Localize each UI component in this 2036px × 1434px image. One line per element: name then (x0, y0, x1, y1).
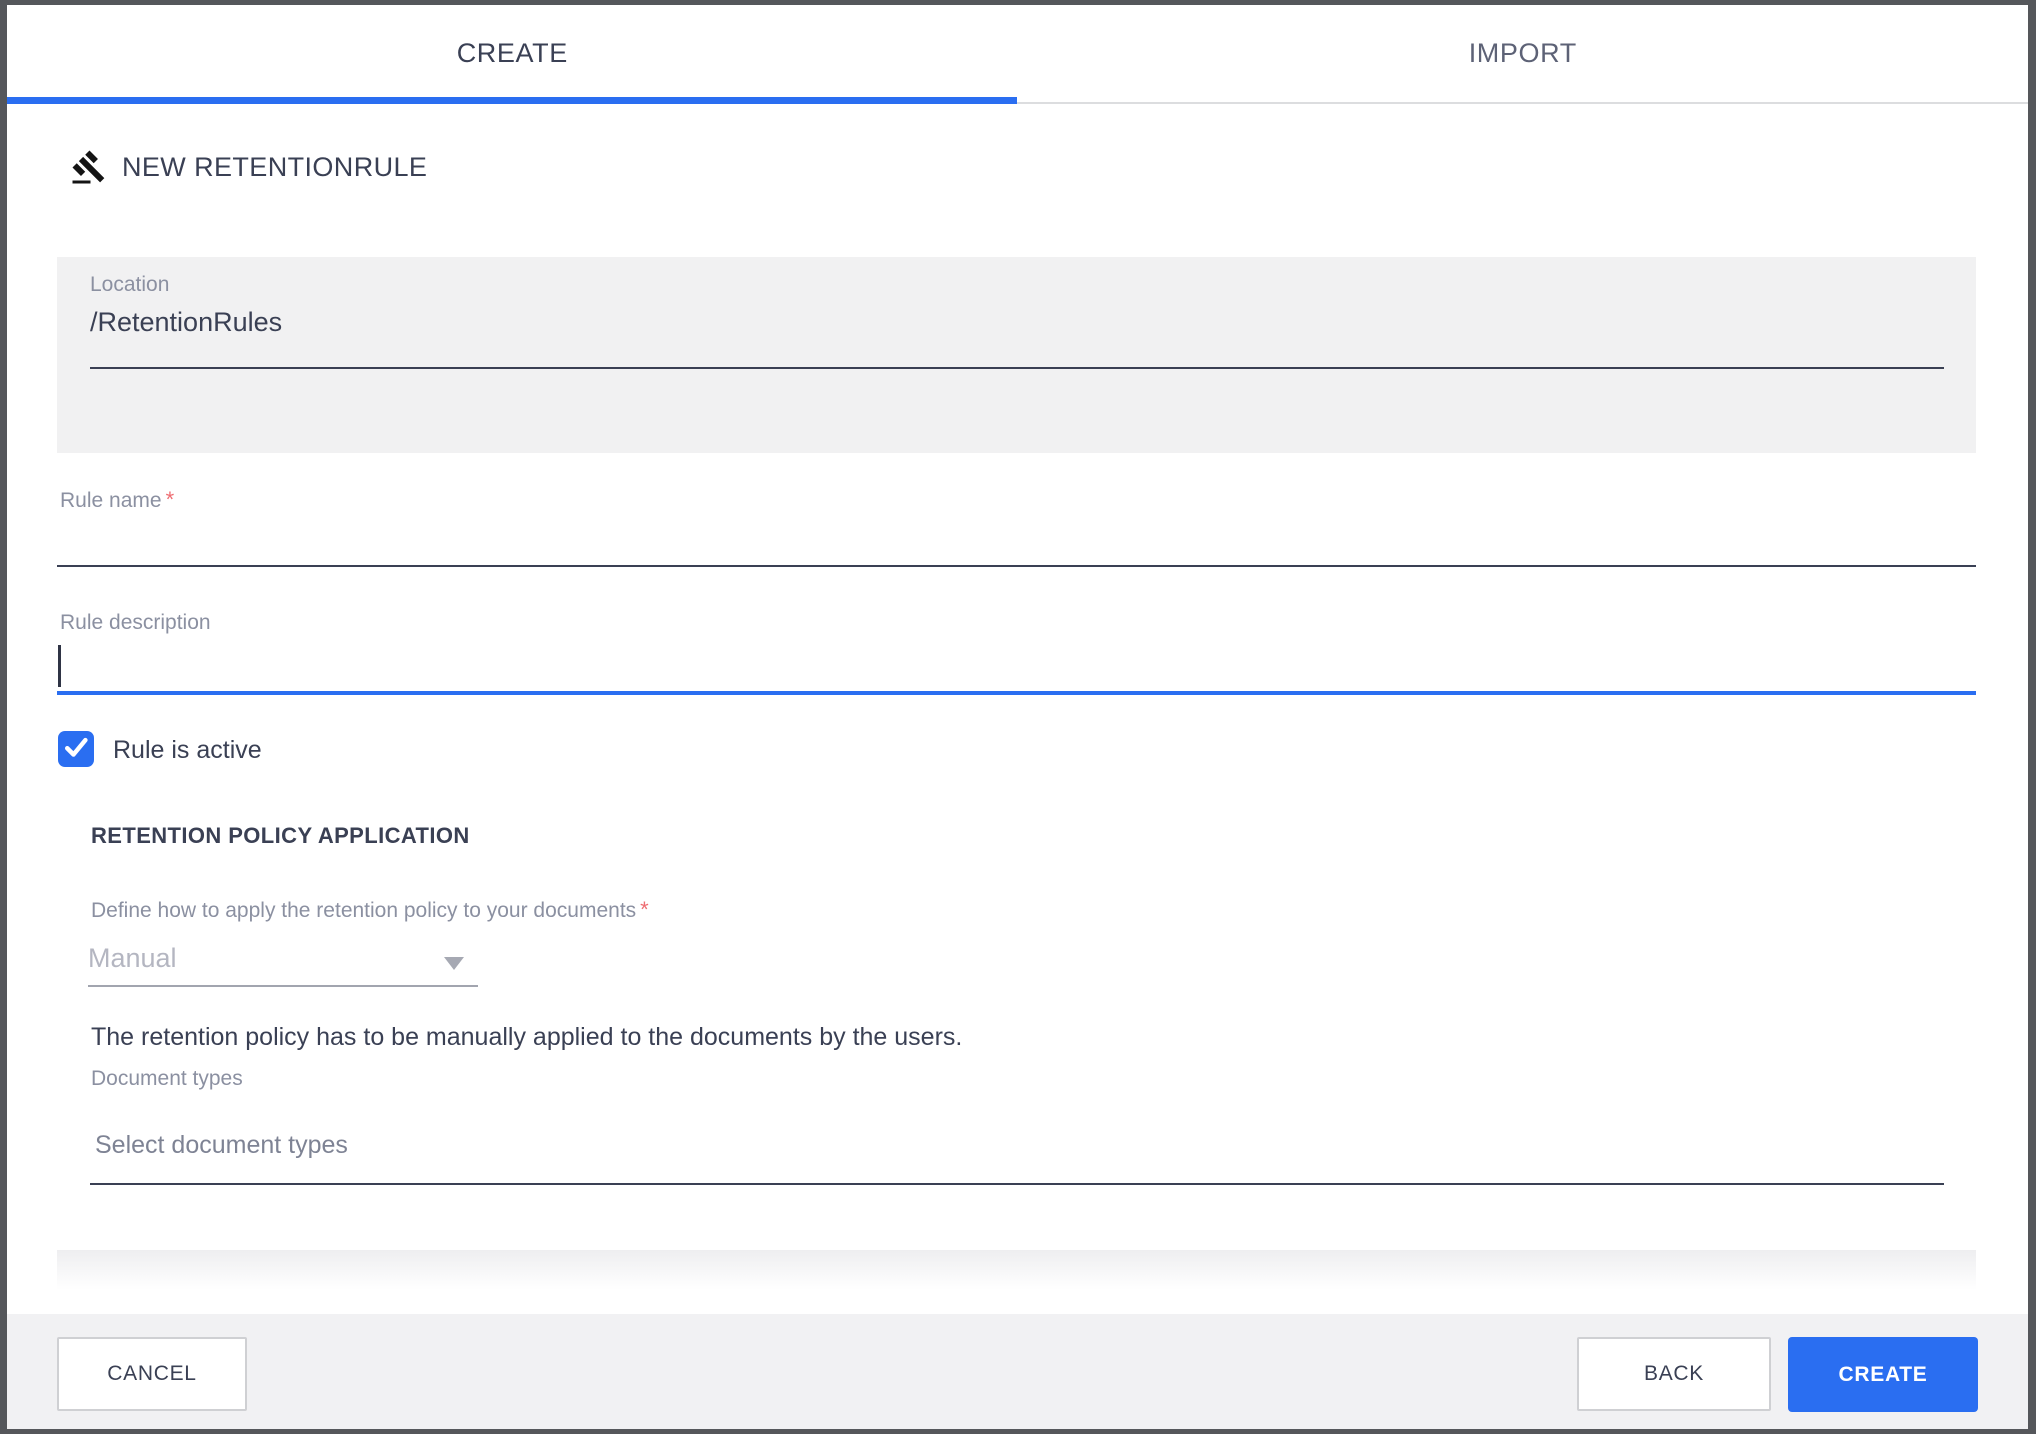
cancel-button-label: CANCEL (107, 1362, 197, 1385)
back-button[interactable]: BACK (1577, 1337, 1771, 1411)
back-button-label: BACK (1644, 1362, 1704, 1385)
rule-description-label: Rule description (60, 611, 211, 634)
tab-import-label: IMPORT (1468, 38, 1577, 68)
rule-name-required-marker: * (165, 487, 175, 512)
tab-bar: CREATE IMPORT (7, 5, 2028, 104)
document-types-label: Document types (91, 1067, 243, 1090)
document-types-input[interactable] (90, 1183, 1944, 1185)
document-types-placeholder: Select document types (95, 1131, 348, 1159)
rule-name-label: Rule name * (60, 487, 174, 513)
location-field-underline (90, 367, 1944, 369)
page-backdrop: { "tabs": { "create_label": "CREATE", "i… (0, 0, 2036, 1434)
rule-name-label-text: Rule name (60, 489, 162, 512)
active-tab-indicator (7, 97, 1017, 104)
apply-mode-hint: The retention policy has to be manually … (91, 1023, 963, 1051)
chevron-down-icon (444, 957, 464, 970)
apply-mode-label-text: Define how to apply the retention policy… (91, 899, 637, 922)
gavel-icon (71, 149, 107, 185)
page-title: NEW RETENTIONRULE (122, 151, 428, 182)
tab-create-label: CREATE (456, 38, 568, 68)
retention-policy-section-title: RETENTION POLICY APPLICATION (91, 823, 470, 848)
location-section: Location /RetentionRules (57, 257, 1976, 453)
rule-active-label: Rule is active (113, 736, 262, 764)
text-cursor (58, 645, 61, 687)
tab-create[interactable]: CREATE (7, 5, 1018, 102)
apply-mode-label: Define how to apply the retention policy… (91, 897, 649, 923)
apply-mode-select-underline (88, 985, 478, 987)
new-retention-rule-dialog: CREATE IMPORT NEW RETENTIONRULE Location… (7, 5, 2028, 1429)
create-button-label: CREATE (1838, 1362, 1928, 1386)
create-button[interactable]: CREATE (1788, 1337, 1978, 1412)
cancel-button[interactable]: CANCEL (57, 1337, 247, 1411)
apply-mode-required-marker: * (640, 897, 649, 922)
dialog-header: NEW RETENTIONRULE (71, 147, 427, 187)
rule-active-checkbox[interactable] (58, 731, 94, 767)
checkmark-icon (61, 732, 91, 767)
apply-mode-select[interactable]: Manual (88, 943, 177, 974)
location-value-field[interactable]: /RetentionRules (90, 307, 282, 338)
rule-name-input[interactable] (57, 565, 1976, 567)
location-label: Location (90, 273, 170, 296)
dialog-footer: CANCEL BACK CREATE (7, 1314, 2028, 1429)
divider-band (57, 1250, 1976, 1290)
tab-import[interactable]: IMPORT (1018, 5, 2029, 102)
rule-description-input[interactable] (57, 691, 1976, 695)
